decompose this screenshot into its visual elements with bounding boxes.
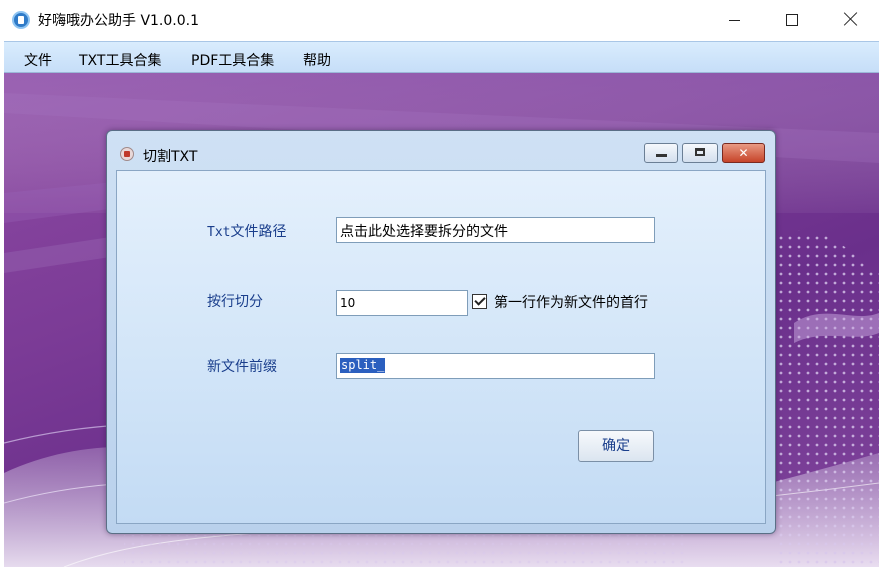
dialog-title: 切割TXT [143, 149, 198, 165]
dialog-body: Txt文件路径 点击此处选择要拆分的文件 按行切分 10 第一行作为新文件的首行… [116, 170, 766, 524]
path-label-prefix: Txt [207, 225, 231, 240]
title-bar: 好嗨哦办公助手 V1.0.0.1 [0, 0, 879, 40]
file-prefix-input[interactable]: split_ [336, 353, 655, 379]
dialog-minimize-button[interactable] [644, 143, 678, 163]
lines-label: 按行切分 [207, 294, 263, 310]
minimize-icon [656, 154, 667, 157]
dialog-close-button[interactable]: ✕ [722, 143, 765, 163]
maximize-icon [695, 148, 705, 156]
menu-txt-tools[interactable]: TXT工具合集 [79, 50, 161, 70]
first-line-checkbox[interactable] [472, 294, 487, 309]
menu-help[interactable]: 帮助 [303, 50, 331, 70]
maximize-button[interactable] [763, 0, 821, 40]
close-button[interactable] [821, 0, 879, 40]
menu-pdf-tools[interactable]: PDF工具合集 [191, 50, 274, 70]
first-line-checkbox-label[interactable]: 第一行作为新文件的首行 [494, 292, 648, 312]
close-icon: ✕ [738, 146, 749, 160]
minimize-button[interactable] [705, 0, 763, 40]
file-path-input[interactable]: 点击此处选择要拆分的文件 [336, 217, 655, 243]
path-label-suffix: 文件路径 [230, 224, 287, 240]
window-title: 好嗨哦办公助手 V1.0.0.1 [38, 13, 200, 29]
confirm-button[interactable]: 确定 [578, 430, 654, 462]
dialog-maximize-button[interactable] [682, 143, 718, 163]
lines-per-file-input[interactable]: 10 [336, 290, 468, 316]
maximize-icon [786, 14, 798, 26]
menu-bar: 文件 TXT工具合集 PDF工具合集 帮助 [4, 41, 879, 73]
prefix-label: 新文件前缀 [207, 359, 277, 375]
split-txt-dialog: 切割TXT ✕ Txt文件路径 点击此处选择要拆分的文件 按行切分 10 第一行… [106, 130, 776, 534]
app-window: 好嗨哦办公助手 V1.0.0.1 文件 TXT工具合集 PDF工具合集 帮助 切… [0, 0, 879, 567]
prefix-value: split_ [340, 358, 386, 373]
split-txt-icon [120, 147, 134, 161]
path-label: Txt文件路径 [207, 221, 286, 241]
minimize-icon [729, 20, 740, 21]
app-icon [12, 11, 30, 29]
close-icon [843, 11, 859, 27]
menu-file[interactable]: 文件 [24, 50, 52, 70]
